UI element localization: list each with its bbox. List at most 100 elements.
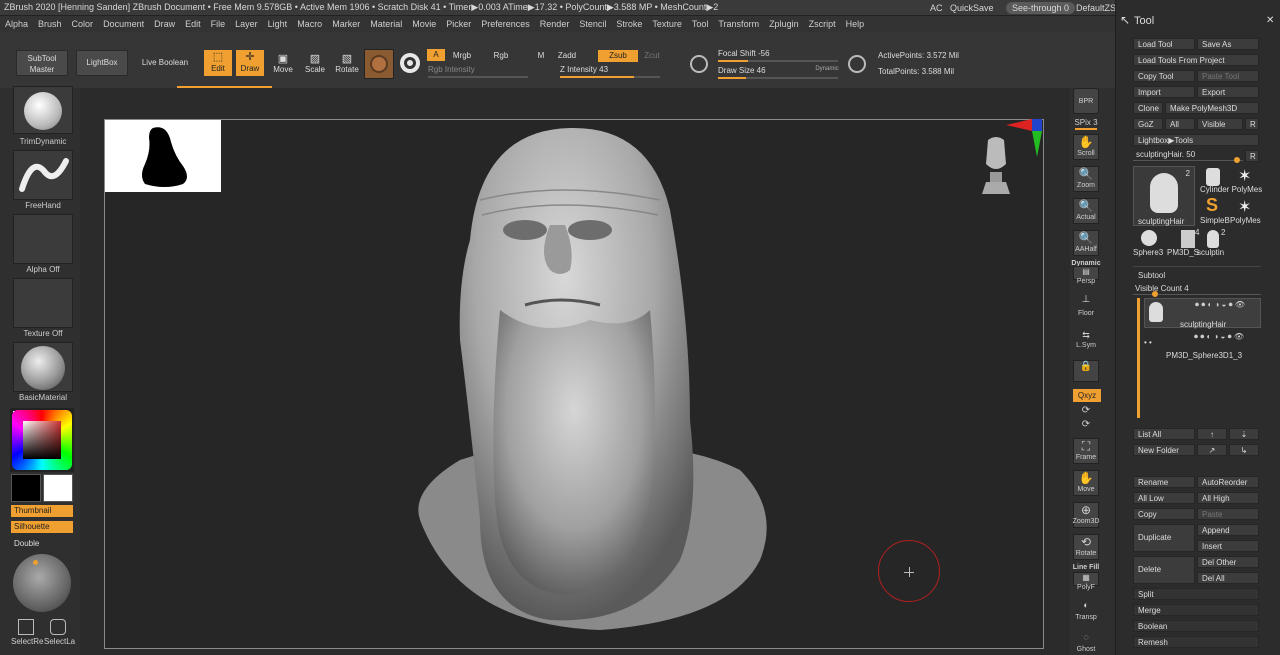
transp-button[interactable]: ◐: [1073, 600, 1099, 614]
goz-all-button[interactable]: All: [1165, 118, 1195, 130]
pm3d-icon[interactable]: [1181, 230, 1195, 248]
floor-button[interactable]: ⊥: [1073, 294, 1099, 310]
menu-render[interactable]: Render: [535, 19, 575, 29]
menu-color[interactable]: Color: [67, 19, 99, 29]
zcut-button[interactable]: Zcut: [641, 51, 663, 60]
material-thumbnail[interactable]: [13, 342, 73, 392]
color-saturation-square[interactable]: [23, 421, 61, 459]
move-down-icon[interactable]: ⇣: [1229, 428, 1259, 440]
secondary-color-swatch[interactable]: [11, 474, 41, 502]
del-other-button[interactable]: Del Other: [1197, 556, 1259, 568]
rgb-button[interactable]: Rgb: [490, 51, 512, 60]
menu-alpha[interactable]: Alpha: [0, 19, 33, 29]
current-tool-r-button[interactable]: R: [1245, 150, 1259, 162]
live-boolean-button[interactable]: Live Boolean: [138, 58, 192, 67]
local-button[interactable]: 🔒: [1073, 360, 1099, 382]
menu-marker[interactable]: Marker: [327, 19, 365, 29]
menu-document[interactable]: Document: [98, 19, 149, 29]
menu-stencil[interactable]: Stencil: [574, 19, 611, 29]
menu-macro[interactable]: Macro: [292, 19, 327, 29]
menu-picker[interactable]: Picker: [441, 19, 476, 29]
current-tool-slider[interactable]: sculptingHair. 50: [1136, 150, 1195, 159]
axis-gizmo-icon[interactable]: [1006, 119, 1044, 157]
thumbnail-button[interactable]: Thumbnail: [11, 505, 73, 517]
rotate-z-icon[interactable]: ⟳: [1070, 419, 1102, 430]
dynamic-toggle[interactable]: Dynamic: [812, 66, 842, 72]
zsub-button[interactable]: Zsub: [598, 50, 638, 62]
sculpt-model[interactable]: [400, 120, 780, 640]
menu-light[interactable]: Light: [263, 19, 293, 29]
subtool-toggle-icons[interactable]: ⏺ ⏺ ◐ ◑ ◒ ⏺ 👁: [1195, 300, 1245, 310]
all-high-button[interactable]: All High: [1197, 492, 1259, 504]
spix-slider[interactable]: SPix 3: [1070, 118, 1102, 127]
insert-button[interactable]: Insert: [1197, 540, 1259, 552]
list-all-button[interactable]: List All: [1133, 428, 1195, 440]
main-color-swatch[interactable]: [43, 474, 73, 502]
brush-thumbnail[interactable]: [13, 86, 73, 134]
alpha-thumbnail[interactable]: [13, 214, 73, 264]
menu-help[interactable]: Help: [841, 19, 870, 29]
load-tool-button[interactable]: Load Tool: [1133, 38, 1195, 50]
subtool-toggle-icons[interactable]: ⏺ ⏺ ◐ ◑ ◒ ⏺ 👁: [1194, 332, 1244, 342]
boolean-section[interactable]: Boolean: [1133, 620, 1259, 632]
mrgb-button[interactable]: Mrgb: [450, 51, 474, 60]
duplicate-button[interactable]: Duplicate: [1133, 524, 1195, 552]
menu-file[interactable]: File: [206, 19, 231, 29]
visible-count-slider[interactable]: Visible Count 4: [1135, 284, 1189, 293]
subtool-item[interactable]: ⏺ ⏺ ◐ ◑ ◒ ⏺ 👁 sculptingHair: [1144, 298, 1261, 329]
sculpt-icon[interactable]: [1207, 230, 1219, 248]
navigation-sphere-icon[interactable]: [13, 554, 71, 612]
draw-size-slider[interactable]: Draw Size 46: [718, 66, 798, 75]
silhouette-button[interactable]: Silhouette: [11, 521, 73, 533]
lightbox-button[interactable]: LightBox: [76, 50, 128, 76]
menu-transform[interactable]: Transform: [713, 19, 764, 29]
material-swatch[interactable]: [364, 49, 394, 79]
del-all-button[interactable]: Del All: [1197, 572, 1259, 584]
focal-shift-slider[interactable]: Focal Shift -56: [718, 49, 798, 58]
zadd-button[interactable]: Zadd: [556, 51, 578, 60]
folder-down-icon[interactable]: ↳: [1229, 444, 1259, 456]
m-button[interactable]: M: [535, 51, 547, 60]
paste-subtool-button[interactable]: Paste: [1197, 508, 1259, 520]
menu-preferences[interactable]: Preferences: [476, 19, 535, 29]
folder-up-icon[interactable]: ↗: [1197, 444, 1227, 456]
make-polymesh3d-button[interactable]: Make PolyMesh3D: [1165, 102, 1259, 114]
subtool-item[interactable]: • • ⏺ ⏺ ◐ ◑ ◒ ⏺ 👁 PM3D_Sphere3D1_3: [1144, 332, 1261, 364]
menu-texture[interactable]: Texture: [647, 19, 687, 29]
export-button[interactable]: Export: [1197, 86, 1259, 98]
ghost-button[interactable]: ◌: [1073, 632, 1099, 646]
autoreorder-button[interactable]: AutoReorder: [1197, 476, 1259, 488]
gyro-icon[interactable]: [400, 53, 420, 73]
copy-subtool-button[interactable]: Copy: [1133, 508, 1195, 520]
menu-brush[interactable]: Brush: [33, 19, 67, 29]
sphere-icon[interactable]: [1141, 230, 1157, 246]
menu-zplugin[interactable]: Zplugin: [764, 19, 804, 29]
subtool-master-button[interactable]: SubTool Master: [16, 50, 68, 76]
ac-label[interactable]: AC: [930, 0, 943, 15]
move-button[interactable]: ▣ Move: [270, 52, 296, 74]
subtool-section-title[interactable]: Subtool: [1138, 271, 1165, 280]
paste-tool-button[interactable]: Paste Tool: [1197, 70, 1259, 82]
menu-edit[interactable]: Edit: [180, 19, 206, 29]
color-picker[interactable]: [10, 408, 74, 472]
quicksave-button[interactable]: QuickSave: [950, 0, 994, 15]
save-as-button[interactable]: Save As: [1197, 38, 1259, 50]
tool-thumb-cylinder[interactable]: ✶ Cylinder PolyMes: [1200, 166, 1262, 196]
goz-r-button[interactable]: R: [1245, 118, 1259, 130]
z-intensity-slider[interactable]: Z Intensity 43: [560, 65, 620, 74]
all-low-button[interactable]: All Low: [1133, 492, 1195, 504]
rename-button[interactable]: Rename: [1133, 476, 1195, 488]
see-through-slider[interactable]: See-through 0: [1006, 2, 1076, 14]
rotate-button[interactable]: ▧ Rotate: [334, 52, 360, 74]
stroke-thumbnail[interactable]: [13, 150, 73, 200]
split-section[interactable]: Split: [1133, 588, 1259, 600]
goz-visible-button[interactable]: Visible: [1197, 118, 1243, 130]
rgb-intensity-slider[interactable]: Rgb Intensity: [428, 65, 488, 74]
a-button[interactable]: A: [427, 49, 445, 61]
delete-button[interactable]: Delete: [1133, 556, 1195, 584]
load-tools-from-project-button[interactable]: Load Tools From Project: [1133, 54, 1259, 66]
merge-section[interactable]: Merge: [1133, 604, 1259, 616]
tool-thumb-sculptinghair[interactable]: 2 sculptingHair: [1133, 166, 1195, 226]
select-rect-icon[interactable]: [18, 619, 34, 635]
texture-thumbnail[interactable]: [13, 278, 73, 328]
